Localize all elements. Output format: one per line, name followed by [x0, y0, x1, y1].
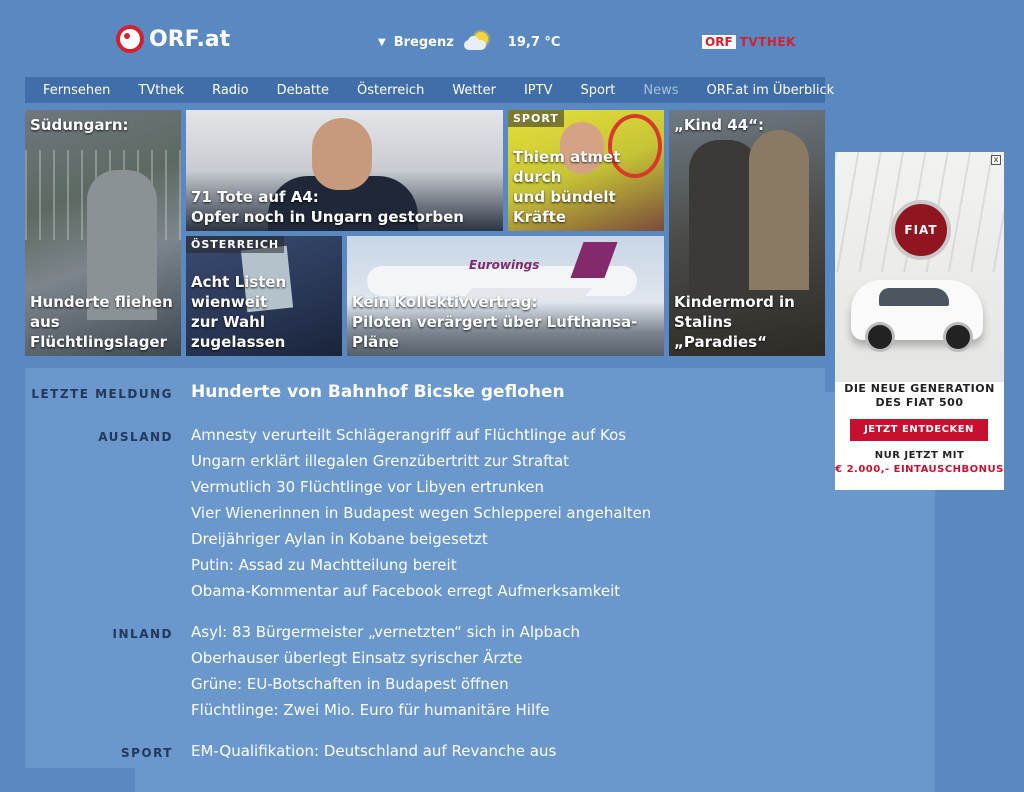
ad-offer: NUR JETZT MIT € 2.000,- EINTAUSCHBONUS: [835, 449, 1004, 477]
nav-item-fernsehen[interactable]: Fernsehen: [43, 83, 110, 98]
news-link[interactable]: Vier Wienerinnen in Budapest wegen Schle…: [191, 500, 651, 526]
nav-item-iptv[interactable]: IPTV: [524, 83, 553, 98]
nav-item-radio[interactable]: Radio: [212, 83, 249, 98]
news-link[interactable]: Flüchtlinge: Zwei Mio. Euro für humanitä…: [191, 697, 580, 723]
news-link[interactable]: Asyl: 83 Bürgermeister „vernetzten“ sich…: [191, 619, 580, 645]
ad-headline-line: DES FIAT 500: [875, 396, 964, 409]
teaser-caption: 71 Tote auf A4: Opfer noch in Ungarn ges…: [191, 187, 464, 227]
section-label-sport: SPORT: [120, 746, 173, 760]
teaser-caption-line: Thiem atmet durch: [513, 148, 621, 186]
teaser-kollektivvertrag[interactable]: Eurowings Kein Kollektivvertrag: Piloten…: [347, 236, 664, 356]
weather-widget[interactable]: ▼ Bregenz 19,7 °C: [378, 30, 560, 54]
teaser-top-label: „Kind 44“:: [674, 116, 764, 134]
ad-close-icon[interactable]: x: [991, 155, 1001, 165]
news-link[interactable]: EM-Qualifikation: Deutschland auf Revanc…: [191, 738, 556, 764]
teaser-caption: Kein Kollektivvertrag: Piloten verärgert…: [352, 292, 664, 352]
nav-item-wetter[interactable]: Wetter: [452, 83, 496, 98]
nav-item-tvthek[interactable]: TVthek: [138, 83, 184, 98]
teaser-caption: Acht Listen wienweit zur Wahl zugelassen: [191, 272, 342, 352]
airline-logo-text: Eurowings: [469, 258, 540, 272]
fiat-logo: FIAT: [891, 200, 951, 260]
nav-item-debatte[interactable]: Debatte: [277, 83, 329, 98]
teaser-kind-44[interactable]: „Kind 44“: Kindermord in Stalins „Paradi…: [669, 110, 825, 356]
news-link[interactable]: Putin: Assad zu Machtteilung bereit: [191, 552, 651, 578]
ad-headline-line: DIE NEUE GENERATION: [844, 382, 995, 395]
teaser-suedungarn[interactable]: Südungarn: Hunderte fliehen aus Flüchtli…: [25, 110, 181, 356]
section-label-inland: INLAND: [112, 627, 173, 641]
category-tag: SPORT: [508, 110, 564, 127]
weather-temperature: 19,7 °C: [507, 34, 561, 50]
teaser-caption-line: Opfer noch in Ungarn gestorben: [191, 208, 464, 226]
teaser-caption-line: Hunderte fliehen: [30, 293, 173, 311]
tvthek-logo-link[interactable]: ORF TVTHEK: [702, 35, 796, 49]
news-link[interactable]: Vermutlich 30 Flüchtlinge vor Libyen ert…: [191, 474, 651, 500]
news-link[interactable]: Ungarn erklärt illegalen Grenzübertritt …: [191, 448, 651, 474]
teaser-top-label: Südungarn:: [30, 116, 129, 134]
teaser-caption-line: Piloten verärgert über Lufthansa-Pläne: [352, 313, 638, 351]
actress-photo: [749, 130, 809, 290]
teaser-caption: Thiem atmet durch und bündelt Kräfte: [513, 147, 664, 227]
tvthek-label: TVTHEK: [739, 35, 796, 49]
nav-item-ueberblick[interactable]: ORF.at im Überblick: [707, 83, 835, 98]
main-navigation: Fernsehen TVthek Radio Debatte Österreic…: [25, 77, 834, 103]
news-link[interactable]: Obama-Kommentar auf Facebook erregt Aufm…: [191, 578, 651, 604]
news-link[interactable]: Amnesty verurteilt Schlägerangriff auf F…: [191, 422, 651, 448]
teaser-71-tote[interactable]: 71 Tote auf A4: Opfer noch in Ungarn ges…: [186, 110, 503, 231]
teaser-caption-line: aus Flüchtlingslager: [30, 313, 168, 351]
orf-eye-icon: [116, 25, 144, 53]
news-link[interactable]: Grüne: EU-Botschaften in Budapest öffnen: [191, 671, 580, 697]
dropdown-arrow-icon[interactable]: ▼: [378, 37, 386, 48]
tvthek-orf-badge: ORF: [702, 35, 736, 49]
fiat-advertisement[interactable]: x FIAT DIE NEUE GENERATION DES FIAT 500 …: [835, 152, 1004, 490]
ad-offer-line: NUR JETZT MIT: [874, 450, 965, 461]
category-tag: ÖSTERREICH: [186, 236, 285, 253]
teaser-wahl-listen[interactable]: ÖSTERREICH Acht Listen wienweit zur Wahl…: [186, 236, 342, 356]
teaser-caption-line: Kein Kollektivvertrag:: [352, 293, 538, 311]
teaser-caption: Kindermord in Stalins „Paradies“: [674, 292, 825, 352]
weather-location[interactable]: Bregenz: [394, 35, 454, 50]
teaser-caption: Hunderte fliehen aus Flüchtlingslager: [30, 292, 181, 352]
teaser-thiem[interactable]: SPORT Thiem atmet durch und bündelt Kräf…: [508, 110, 664, 231]
teaser-caption-line: Stalins „Paradies“: [674, 313, 767, 351]
news-orf-logo[interactable]: news ORF.at: [110, 24, 935, 792]
ad-offer-bonus: € 2.000,- EINTAUSCHBONUS: [835, 464, 1004, 475]
ad-cta-button[interactable]: JETZT ENTDECKEN: [850, 419, 988, 441]
teaser-caption-line: und bündelt Kräfte: [513, 188, 616, 226]
section-label-ausland: AUSLAND: [98, 430, 173, 444]
ad-headline: DIE NEUE GENERATION DES FIAT 500: [835, 382, 1004, 410]
fiat-500-car-image: [851, 280, 983, 352]
teaser-caption-line: Kindermord in: [674, 293, 795, 311]
news-list: LETZTE MELDUNG Hunderte von Bahnhof Bics…: [25, 368, 825, 768]
section-label-letzte-meldung: LETZTE MELDUNG: [31, 387, 173, 401]
teaser-caption-line: 71 Tote auf A4:: [191, 188, 319, 206]
teaser-caption-line: Acht Listen wienweit: [191, 273, 287, 311]
latest-headline-link[interactable]: Hunderte von Bahnhof Bicske geflohen: [191, 382, 565, 402]
officer-face-photo: [312, 118, 372, 190]
nav-item-sport[interactable]: Sport: [580, 83, 615, 98]
partly-cloudy-icon: [462, 30, 492, 54]
brand-orf-text: ORF.at: [149, 26, 231, 52]
nav-item-oesterreich[interactable]: Österreich: [357, 83, 424, 98]
nav-item-news-active[interactable]: News: [643, 83, 678, 98]
news-link[interactable]: Dreijähriger Aylan in Kobane beigesetzt: [191, 526, 651, 552]
news-link[interactable]: Oberhauser überlegt Einsatz syrischer Är…: [191, 645, 580, 671]
teaser-caption-line: zur Wahl zugelassen: [191, 313, 286, 351]
